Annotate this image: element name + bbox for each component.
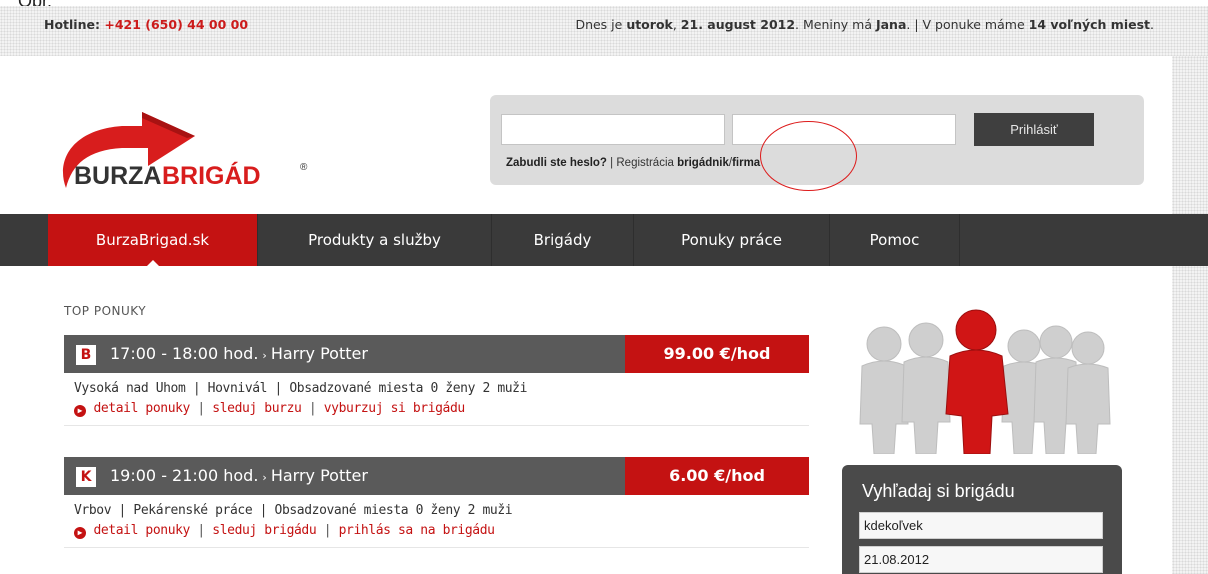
detail-link[interactable]: detail ponuky xyxy=(93,523,190,538)
logo-registered-mark: ® xyxy=(300,162,308,173)
registration-label: Registrácia xyxy=(616,157,674,169)
date-prefix: Dnes je xyxy=(575,17,623,32)
offer-card: K 19:00 - 21:00 hod. › Harry Potter 6.00 €… xyxy=(64,457,809,548)
login-button[interactable]: Prihlásiť xyxy=(974,113,1094,146)
side-background xyxy=(1172,56,1208,574)
offer-price: 6.00 €/hod xyxy=(625,457,809,495)
location-field[interactable] xyxy=(859,512,1103,539)
logo-text-burza: BURZA xyxy=(74,162,162,190)
offer-title: 19:00 - 21:00 hod. › Harry Potter xyxy=(110,457,368,495)
dateline-suffix: . xyxy=(1150,17,1154,32)
hotline: Hotline: +421 (650) 44 00 00 xyxy=(44,17,248,32)
free-places-count: 14 voľných miest xyxy=(1028,17,1151,32)
offer-card: B 17:00 - 18:00 hod. › Harry Potter 99.00 … xyxy=(64,335,809,426)
register-worker-link[interactable]: brigádnik xyxy=(677,157,729,169)
login-links: Zabudli ste heslo? | Registrácia brigádn… xyxy=(506,157,760,169)
link-separator: | xyxy=(323,523,332,538)
link-separator: | xyxy=(308,401,317,416)
watch-link[interactable]: sleduj burzu xyxy=(212,401,302,416)
offer-name: Harry Potter xyxy=(270,466,368,485)
day-name: utorok xyxy=(626,17,673,32)
offer-name: Harry Potter xyxy=(270,344,368,363)
offer-links: ▶ detail ponuky | sleduj brigádu | prihl… xyxy=(64,518,809,548)
link-separator: | xyxy=(197,401,205,416)
offer-price: 99.00 €/hod xyxy=(625,335,809,373)
nameday-prefix: . Meniny má xyxy=(795,17,872,32)
offer-header[interactable]: B 17:00 - 18:00 hod. › Harry Potter 99.00 … xyxy=(64,335,809,373)
forgot-password-link[interactable]: Zabudli ste heslo? xyxy=(506,157,607,169)
offer-time: 17:00 - 18:00 hod. xyxy=(110,344,259,363)
links-separator: | xyxy=(610,157,614,169)
offer-header[interactable]: K 19:00 - 21:00 hod. › Harry Potter 6.00 €… xyxy=(64,457,809,495)
date-field[interactable] xyxy=(859,546,1103,573)
hotline-number[interactable]: +421 (650) 44 00 00 xyxy=(104,17,248,32)
offer-badge: K xyxy=(76,467,96,487)
nav-item-brigades[interactable]: Brigády xyxy=(492,214,634,266)
nameday-name: Jana xyxy=(875,17,907,32)
offer-time: 19:00 - 21:00 hod. xyxy=(110,466,259,485)
nav-item-help[interactable]: Pomoc xyxy=(830,214,960,266)
offer-links: ▶ detail ponuky | sleduj burzu | vyburzu… xyxy=(64,396,809,426)
brigade-search-box: Vyhľadaj si brigádu xyxy=(842,465,1122,574)
offer-badge: B xyxy=(76,345,96,365)
logo-text-brigad: BRIGÁD xyxy=(162,161,261,190)
search-title: Vyhľadaj si brigádu xyxy=(862,481,1015,501)
detail-link[interactable]: detail ponuky xyxy=(93,401,190,416)
arrow-right-icon: › xyxy=(262,349,267,362)
date-info: Dnes je utorok, 21. august 2012. Meniny … xyxy=(575,17,1154,32)
current-date: 21. august 2012 xyxy=(680,17,796,32)
offer-info: Vysoká nad Uhom | Hovnivál | Obsadzované… xyxy=(74,381,528,396)
annotation-circle xyxy=(760,121,857,191)
arrow-bullet-icon: ▶ xyxy=(74,527,86,539)
burzabrigad-logo[interactable]: BURZA BRIGÁD ® xyxy=(52,92,352,202)
offer-info: Vrbov | Pekárenské práce | Obsadzované m… xyxy=(74,503,513,518)
offer-prefix: . | V ponuke máme xyxy=(906,17,1025,32)
section-title: TOP PONUKY xyxy=(64,304,147,318)
nav-item-job-offers[interactable]: Ponuky práce xyxy=(634,214,830,266)
register-company-link[interactable]: firma xyxy=(732,157,760,169)
action-link[interactable]: vyburzuj si brigádu xyxy=(324,401,466,416)
action-link[interactable]: prihlás sa na brigádu xyxy=(339,523,495,538)
nav-item-home[interactable]: BurzaBrigad.sk xyxy=(48,214,258,266)
username-input[interactable] xyxy=(501,114,725,145)
nav-item-products[interactable]: Produkty a služby xyxy=(258,214,492,266)
arrow-right-icon: › xyxy=(262,471,267,484)
hotline-label: Hotline: xyxy=(44,17,100,32)
arrow-bullet-icon: ▶ xyxy=(74,405,86,417)
main-navigation: BurzaBrigad.sk Produkty a služby Brigády… xyxy=(0,214,1208,266)
offer-title: 17:00 - 18:00 hod. › Harry Potter xyxy=(110,335,368,373)
link-separator: | xyxy=(197,523,205,538)
watch-link[interactable]: sleduj brigádu xyxy=(212,523,316,538)
people-illustration xyxy=(859,309,1111,454)
topbar: Hotline: +421 (650) 44 00 00 Dnes je uto… xyxy=(44,17,1154,37)
